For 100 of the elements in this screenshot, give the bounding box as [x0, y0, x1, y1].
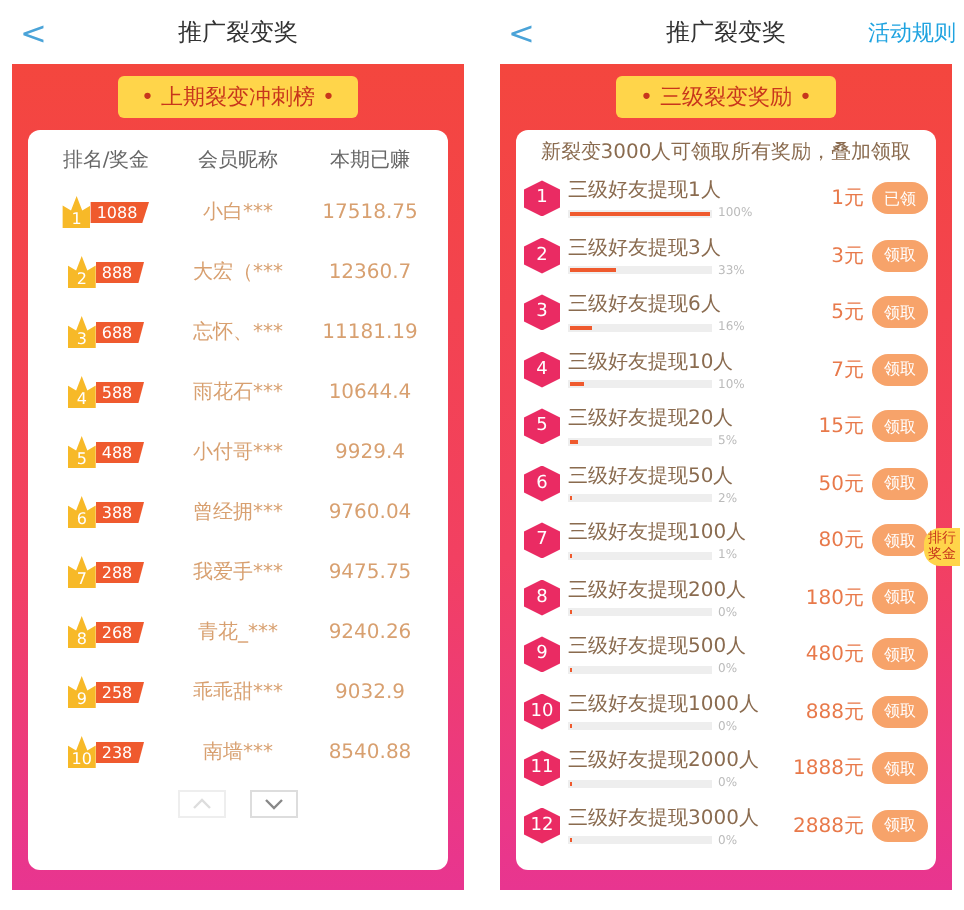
claim-button[interactable]: 领取: [872, 752, 928, 785]
reward-amount: 50元: [816, 471, 864, 498]
crown-badge: 6: [67, 496, 96, 528]
level-badge: 4: [524, 351, 560, 388]
level-badge: 3: [524, 294, 560, 331]
level-badge: 10: [524, 693, 560, 730]
back-button[interactable]: <: [20, 13, 47, 51]
claim-button[interactable]: 领取: [872, 353, 928, 386]
earnings: 9475.75: [326, 561, 414, 583]
section-title: • 上期裂变冲刺榜 •: [117, 76, 359, 118]
reward-amount: 15元: [816, 414, 864, 441]
column-header: 本期已赚: [328, 147, 412, 174]
prize-tag: 888: [95, 261, 145, 283]
earnings: 8540.88: [326, 741, 414, 763]
member-name: 我爱手***: [191, 559, 285, 586]
level-badge: 2: [524, 237, 560, 274]
level-badge: 12: [524, 807, 560, 844]
prize-tag: 688: [95, 321, 145, 343]
level-badge: 5: [524, 408, 560, 445]
member-name: 青花_***: [196, 619, 280, 646]
member-name: 小付哥***: [191, 439, 285, 466]
claim-button[interactable]: 领取: [872, 638, 928, 671]
claim-button[interactable]: 领取: [872, 467, 928, 500]
page-down-button[interactable]: [250, 790, 298, 818]
prize-tag: 288: [95, 561, 145, 583]
reward-note: 新裂变3000人可领取所有奖励，叠加领取: [538, 139, 914, 166]
member-name: 南墙***: [201, 739, 275, 766]
crown-badge: 8: [67, 616, 96, 648]
level-badge: 7: [524, 522, 560, 559]
claim-button[interactable]: 领取: [872, 296, 928, 329]
crown-badge: 3: [67, 316, 96, 348]
task-label: 三级好友提现3人: [568, 235, 723, 262]
reward-amount: 888元: [803, 699, 864, 726]
task-label: 三级好友提现20人: [568, 406, 736, 433]
page-title: 推广裂变奖: [666, 15, 786, 49]
claim-button[interactable]: 领取: [872, 581, 928, 614]
crown-badge: 10: [67, 736, 96, 768]
reward-amount: 1888元: [791, 756, 864, 783]
column-header: 排名/奖金: [60, 147, 152, 174]
earnings: 12360.7: [326, 261, 414, 283]
claim-button[interactable]: 领取: [872, 410, 928, 443]
reward-amount: 180元: [803, 585, 864, 612]
task-label: 三级好友提现500人: [568, 634, 749, 661]
level-badge: 1: [524, 180, 560, 217]
reward-amount: 1元: [829, 186, 864, 213]
claim-button[interactable]: 领取: [872, 239, 928, 272]
chevron-up-icon: [192, 798, 212, 810]
level-badge: 11: [524, 750, 560, 787]
member-name: 大宏（***: [191, 259, 285, 286]
back-button[interactable]: <: [508, 13, 535, 51]
crown-badge: 7: [67, 556, 96, 588]
prize-tag: 238: [95, 741, 145, 763]
page-title: 推广裂变奖: [178, 15, 298, 49]
task-label: 三级好友提现100人: [568, 520, 749, 547]
earnings: 17518.75: [320, 201, 420, 223]
earnings: 9929.4: [333, 441, 407, 463]
task-label: 三级好友提现6人: [568, 292, 723, 319]
earnings: 9240.26: [326, 621, 414, 643]
prize-tag: 268: [95, 621, 145, 643]
earnings: 11181.19: [320, 321, 420, 343]
reward-amount: 80元: [816, 528, 864, 555]
task-label: 三级好友提现200人: [568, 577, 749, 604]
reward-amount: 3元: [829, 243, 864, 270]
member-name: 忘怀、***: [191, 319, 285, 346]
prize-tag: 388: [95, 501, 145, 523]
earnings: 9032.9: [333, 681, 407, 703]
chevron-down-icon: [264, 798, 284, 810]
level-badge: 9: [524, 636, 560, 673]
claim-button[interactable]: 领取: [872, 524, 928, 557]
prize-tag: 488: [95, 441, 145, 463]
crown-badge: 2: [67, 256, 96, 288]
crown-badge: 5: [67, 436, 96, 468]
task-label: 三级好友提现10人: [568, 349, 736, 376]
column-header: 会员昵称: [196, 148, 280, 174]
member-name: 小白***: [201, 199, 275, 226]
level-badge: 8: [524, 579, 560, 616]
crown-badge: 1: [62, 196, 91, 228]
claim-button[interactable]: 领取: [872, 809, 928, 842]
earnings: 9760.04: [326, 501, 414, 523]
level-badge: 6: [524, 465, 560, 502]
crown-badge: 4: [67, 376, 96, 408]
claim-button[interactable]: 领取: [872, 695, 928, 728]
reward-amount: 7元: [829, 357, 864, 384]
task-label: 三级好友提现1人: [568, 178, 723, 205]
earnings: 10644.4: [326, 381, 414, 403]
rules-link[interactable]: 活动规则: [868, 17, 956, 47]
reward-amount: 5元: [829, 300, 864, 327]
member-name: 雨花石***: [191, 379, 285, 406]
member-name: 乖乖甜***: [191, 679, 285, 706]
reward-amount: 480元: [803, 642, 864, 669]
member-name: 曾经拥***: [191, 500, 285, 526]
crown-badge: 9: [67, 676, 96, 708]
task-label: 三级好友提现3000人: [568, 805, 761, 832]
task-label: 三级好友提现2000人: [568, 748, 761, 775]
prize-tag: 588: [95, 381, 145, 403]
task-label: 三级好友提现1000人: [568, 691, 761, 718]
reward-amount: 2888元: [791, 813, 864, 840]
prize-tag: 258: [95, 681, 145, 703]
claim-button[interactable]: 已领: [872, 182, 928, 215]
prize-tag: 1088: [90, 201, 150, 223]
